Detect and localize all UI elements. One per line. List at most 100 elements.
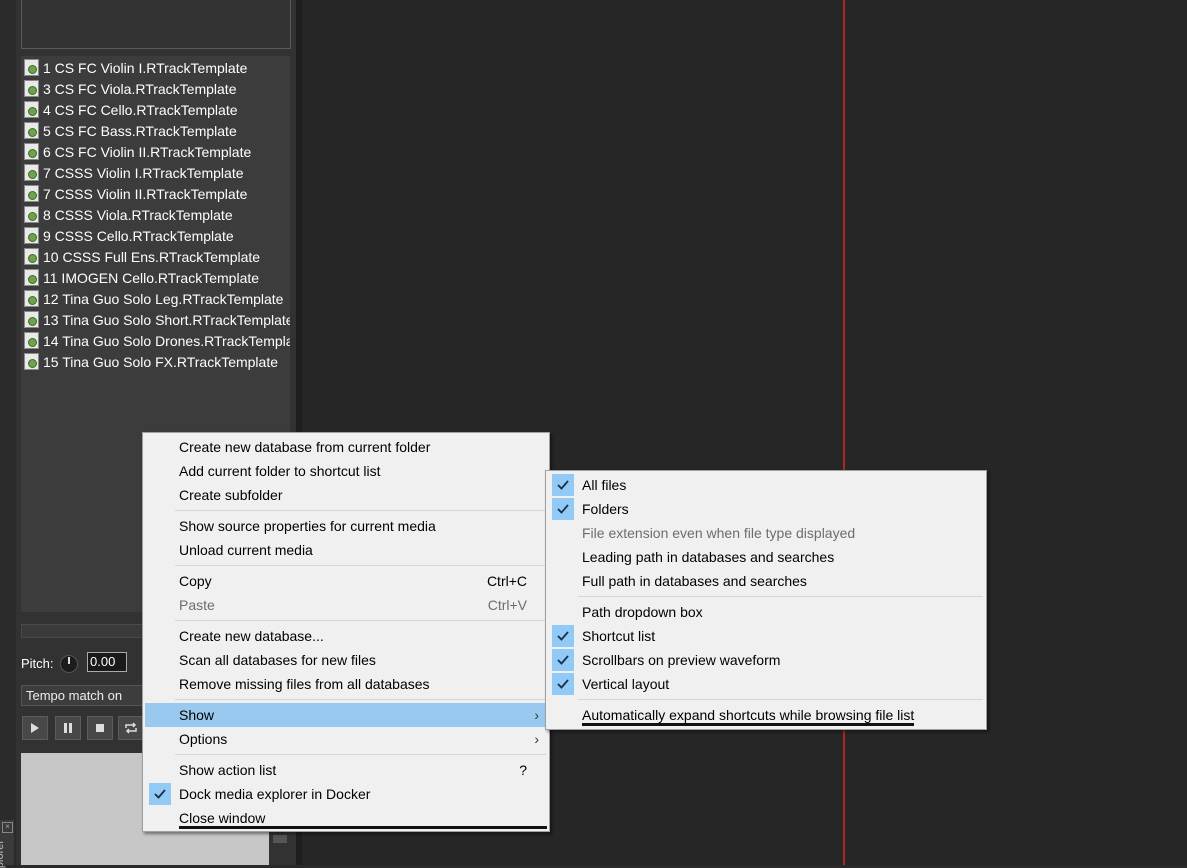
menu-separator bbox=[578, 596, 983, 597]
file-name: 10 CSSS Full Ens.RTrackTemplate bbox=[43, 248, 261, 265]
menu-item-all-files[interactable]: All files bbox=[548, 473, 984, 497]
stop-icon bbox=[96, 724, 104, 732]
file-name: 14 Tina Guo Solo Drones.RTrackTemplate bbox=[43, 332, 290, 349]
menu-separator bbox=[175, 620, 546, 621]
playhead-cursor bbox=[843, 0, 845, 865]
menu-item-auto-expand-shortcuts[interactable]: Automatically expand shortcuts while bro… bbox=[548, 703, 984, 727]
file-icon bbox=[24, 311, 39, 328]
list-item[interactable]: 4 CS FC Cello.RTrackTemplate bbox=[21, 99, 290, 120]
menu-separator bbox=[175, 565, 546, 566]
list-item[interactable]: 11 IMOGEN Cello.RTrackTemplate bbox=[21, 267, 290, 288]
file-icon bbox=[24, 290, 39, 307]
file-name: 9 CSSS Cello.RTrackTemplate bbox=[43, 227, 234, 244]
file-name: 12 Tina Guo Solo Leg.RTrackTemplate bbox=[43, 290, 284, 307]
file-icon bbox=[24, 332, 39, 349]
list-item[interactable]: 6 CS FC Violin II.RTrackTemplate bbox=[21, 141, 290, 162]
menu-item-folders[interactable]: Folders bbox=[548, 497, 984, 521]
check-icon bbox=[552, 649, 574, 671]
show-submenu: All files Folders File extension even wh… bbox=[545, 470, 987, 730]
file-icon bbox=[24, 206, 39, 223]
menu-item-create-subfolder[interactable]: Create subfolder bbox=[145, 483, 547, 507]
pause-button[interactable] bbox=[55, 716, 81, 740]
file-name: 7 CSSS Violin I.RTrackTemplate bbox=[43, 164, 244, 181]
file-icon bbox=[24, 143, 39, 160]
file-icon bbox=[24, 59, 39, 76]
menu-item-unload-media[interactable]: Unload current media bbox=[145, 538, 547, 562]
menu-item-scrollbars-waveform[interactable]: Scrollbars on preview waveform bbox=[548, 648, 984, 672]
file-icon bbox=[24, 122, 39, 139]
close-icon[interactable]: × bbox=[2, 822, 13, 833]
menu-separator bbox=[175, 510, 546, 511]
file-name: 4 CS FC Cello.RTrackTemplate bbox=[43, 101, 238, 118]
scrollbar-button[interactable] bbox=[273, 835, 287, 843]
list-item[interactable]: 8 CSSS Viola.RTrackTemplate bbox=[21, 204, 290, 225]
list-item[interactable]: 14 Tina Guo Solo Drones.RTrackTemplate bbox=[21, 330, 290, 351]
repeat-icon bbox=[125, 722, 137, 734]
list-item[interactable]: 9 CSSS Cello.RTrackTemplate bbox=[21, 225, 290, 246]
file-name: 13 Tina Guo Solo Short.RTrackTemplate bbox=[43, 311, 290, 328]
file-name: 8 CSSS Viola.RTrackTemplate bbox=[43, 206, 233, 223]
shortcut-list-box[interactable] bbox=[21, 0, 291, 49]
menu-item-scan-databases[interactable]: Scan all databases for new files bbox=[145, 648, 547, 672]
list-item[interactable]: 5 CS FC Bass.RTrackTemplate bbox=[21, 120, 290, 141]
file-icon bbox=[24, 353, 39, 370]
check-icon bbox=[149, 783, 171, 805]
copy-shortcut: Ctrl+C bbox=[486, 573, 527, 589]
file-icon bbox=[24, 269, 39, 286]
check-icon bbox=[552, 498, 574, 520]
file-name: 11 IMOGEN Cello.RTrackTemplate bbox=[43, 269, 260, 286]
menu-item-create-new-database[interactable]: Create new database... bbox=[145, 624, 547, 648]
stop-button[interactable] bbox=[87, 716, 113, 740]
play-button[interactable] bbox=[22, 716, 48, 740]
menu-separator bbox=[175, 699, 546, 700]
menu-item-shortcut-list[interactable]: Shortcut list bbox=[548, 624, 984, 648]
menu-item-dock-in-docker[interactable]: Dock media explorer in Docker bbox=[145, 782, 547, 806]
menu-item-add-folder-shortcut[interactable]: Add current folder to shortcut list bbox=[145, 459, 547, 483]
tempo-match-select[interactable]: Tempo match on bbox=[21, 685, 143, 706]
menu-item-show-source-properties[interactable]: Show source properties for current media bbox=[145, 514, 547, 538]
pause-icon bbox=[64, 723, 72, 733]
list-item[interactable]: 15 Tina Guo Solo FX.RTrackTemplate bbox=[21, 351, 290, 372]
file-icon bbox=[24, 248, 39, 265]
list-item[interactable]: 13 Tina Guo Solo Short.RTrackTemplate bbox=[21, 309, 290, 330]
menu-item-file-extension[interactable]: File extension even when file type displ… bbox=[548, 521, 984, 545]
paste-shortcut: Ctrl+V bbox=[487, 597, 527, 613]
list-item[interactable]: 3 CS FC Viola.RTrackTemplate bbox=[21, 78, 290, 99]
list-item[interactable]: 7 CSSS Violin II.RTrackTemplate bbox=[21, 183, 290, 204]
chevron-right-icon: › bbox=[534, 707, 539, 723]
list-item[interactable]: 1 CS FC Violin I.RTrackTemplate bbox=[21, 57, 290, 78]
menu-item-remove-missing-files[interactable]: Remove missing files from all databases bbox=[145, 672, 547, 696]
file-name: 3 CS FC Viola.RTrackTemplate bbox=[43, 80, 237, 97]
file-name: 6 CS FC Violin II.RTrackTemplate bbox=[43, 143, 252, 160]
menu-item-vertical-layout[interactable]: Vertical layout bbox=[548, 672, 984, 696]
menu-item-show[interactable]: Show › bbox=[145, 703, 547, 727]
pitch-knob[interactable] bbox=[60, 655, 78, 673]
file-icon bbox=[24, 164, 39, 181]
menu-item-leading-path[interactable]: Leading path in databases and searches bbox=[548, 545, 984, 569]
menu-item-options[interactable]: Options › bbox=[145, 727, 547, 751]
pitch-input[interactable]: 0.00 bbox=[87, 652, 127, 672]
menu-item-close-window[interactable]: Close window bbox=[145, 806, 547, 830]
play-icon bbox=[31, 723, 39, 733]
menu-item-copy[interactable]: Copy Ctrl+C bbox=[145, 569, 547, 593]
file-icon bbox=[24, 80, 39, 97]
repeat-button[interactable] bbox=[118, 716, 144, 740]
list-item[interactable]: 7 CSSS Violin I.RTrackTemplate bbox=[21, 162, 290, 183]
context-menu: Create new database from current folder … bbox=[142, 432, 550, 832]
file-name: 7 CSSS Violin II.RTrackTemplate bbox=[43, 185, 248, 202]
check-icon bbox=[552, 474, 574, 496]
docker-tab[interactable]: × plorer bbox=[0, 820, 14, 868]
menu-item-full-path[interactable]: Full path in databases and searches bbox=[548, 569, 984, 593]
file-icon bbox=[24, 227, 39, 244]
chevron-right-icon: › bbox=[534, 731, 539, 747]
file-name: 1 CS FC Violin I.RTrackTemplate bbox=[43, 59, 248, 76]
menu-item-paste[interactable]: Paste Ctrl+V bbox=[145, 593, 547, 617]
menu-item-path-dropdown[interactable]: Path dropdown box bbox=[548, 600, 984, 624]
menu-separator bbox=[578, 699, 983, 700]
list-item[interactable]: 12 Tina Guo Solo Leg.RTrackTemplate bbox=[21, 288, 290, 309]
list-item[interactable]: 10 CSSS Full Ens.RTrackTemplate bbox=[21, 246, 290, 267]
file-icon bbox=[24, 185, 39, 202]
menu-item-create-db-from-folder[interactable]: Create new database from current folder bbox=[145, 435, 547, 459]
file-name: 15 Tina Guo Solo FX.RTrackTemplate bbox=[43, 353, 278, 370]
menu-item-show-action-list[interactable]: Show action list? bbox=[145, 758, 547, 782]
